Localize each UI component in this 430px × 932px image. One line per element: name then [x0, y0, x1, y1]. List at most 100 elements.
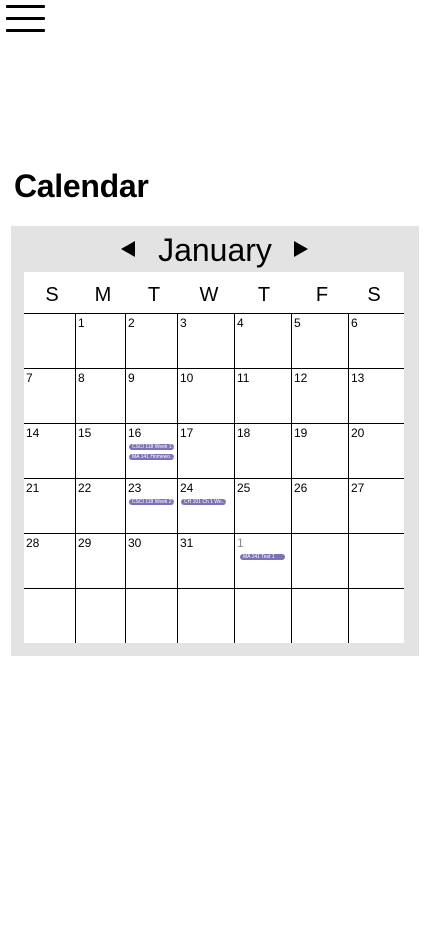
day-number: 16	[128, 426, 142, 440]
day-number: 10	[180, 371, 194, 385]
triangle-right-icon	[294, 241, 308, 257]
day-cell[interactable]	[177, 589, 234, 643]
day-number: 20	[351, 426, 365, 440]
event-pill[interactable]: CSCI 118 Week 1...	[129, 444, 174, 450]
weekday-label: W	[199, 284, 219, 306]
day-cell[interactable]	[291, 589, 348, 643]
day-number: 12	[294, 371, 308, 385]
day-cell[interactable]: 13	[348, 369, 402, 423]
day-number: 1	[237, 536, 244, 550]
day-cell[interactable]: 5	[291, 314, 348, 368]
day-cell[interactable]: 7	[24, 369, 75, 423]
day-cell[interactable]: 31	[177, 534, 234, 588]
event-pill[interactable]: CSCI 118 Week 2...	[129, 499, 174, 505]
day-cell[interactable]: 4	[234, 314, 291, 368]
next-month-button[interactable]	[291, 238, 311, 260]
day-cell[interactable]: 12	[291, 369, 348, 423]
calendar-week-row: 1 2 3 4 5 6	[24, 314, 404, 369]
menu-bar	[6, 5, 45, 8]
calendar-panel: January SMTWTFS 1 2 3 4 5 6 7 8 9 10 11 12 13 14 15 16 C…	[11, 226, 419, 656]
day-cell[interactable]: 8	[75, 369, 125, 423]
weekday-label: S	[367, 284, 381, 306]
day-number: 15	[78, 426, 92, 440]
day-number: 1	[78, 316, 85, 330]
day-number: 23	[128, 481, 142, 495]
day-number: 18	[237, 426, 251, 440]
day-cell[interactable]	[348, 589, 402, 643]
day-cell[interactable]: 19	[291, 424, 348, 478]
day-number: 4	[237, 316, 244, 330]
day-number: 25	[237, 481, 251, 495]
day-number: 13	[351, 371, 365, 385]
day-cell[interactable]: 27	[348, 479, 402, 533]
day-cell[interactable]: 9	[125, 369, 177, 423]
day-cell[interactable]: 23 CSCI 118 Week 2...	[125, 479, 177, 533]
calendar-week-row	[24, 589, 404, 643]
day-number: 14	[26, 426, 40, 440]
weekday-header-row: SMTWTFS	[24, 272, 404, 314]
day-number: 19	[294, 426, 308, 440]
day-cell[interactable]	[291, 534, 348, 588]
day-cell[interactable]	[234, 589, 291, 643]
day-cell[interactable]: 17	[177, 424, 234, 478]
day-number: 9	[128, 371, 135, 385]
day-cell[interactable]: 15	[75, 424, 125, 478]
weekday-label: M	[94, 284, 112, 306]
day-number: 3	[180, 316, 187, 330]
triangle-left-icon	[121, 241, 135, 257]
day-cell[interactable]: 18	[234, 424, 291, 478]
event-pill[interactable]: CH 101 Ch 1 We...	[181, 499, 226, 505]
day-cell[interactable]: 25	[234, 479, 291, 533]
day-cell[interactable]: 16 CSCI 118 Week 1... MA 141 Homewo...	[125, 424, 177, 478]
hamburger-menu-icon[interactable]	[6, 5, 45, 32]
weekday-label: T	[257, 284, 271, 306]
day-cell[interactable]: 10	[177, 369, 234, 423]
day-number: 27	[351, 481, 365, 495]
day-cell[interactable]: 30	[125, 534, 177, 588]
day-number: 5	[294, 316, 301, 330]
menu-bar	[6, 17, 45, 20]
day-cell[interactable]: 1	[75, 314, 125, 368]
day-number: 22	[78, 481, 92, 495]
day-number: 24	[180, 481, 194, 495]
month-label: January	[158, 232, 272, 268]
event-pill[interactable]: MA 141 Homewo...	[129, 454, 174, 460]
calendar-week-row: 21 22 23 CSCI 118 Week 2... 24 CH 101 Ch 1 We…	[24, 479, 404, 534]
day-cell[interactable]: 28	[24, 534, 75, 588]
day-cell[interactable]: 26	[291, 479, 348, 533]
day-cell[interactable]: 29	[75, 534, 125, 588]
day-cell[interactable]: 3	[177, 314, 234, 368]
day-cell[interactable]	[24, 589, 75, 643]
day-cell[interactable]: 22	[75, 479, 125, 533]
day-number: 8	[78, 371, 85, 385]
event-pill[interactable]: MA 141 Test 1	[240, 554, 285, 560]
day-number: 29	[78, 536, 92, 550]
day-cell[interactable]: 24 CH 101 Ch 1 We...	[177, 479, 234, 533]
day-cell[interactable]	[125, 589, 177, 643]
page-title: Calendar	[14, 168, 149, 204]
day-cell[interactable]: 21	[24, 479, 75, 533]
day-cell[interactable]: 1 MA 141 Test 1	[234, 534, 291, 588]
day-cell[interactable]	[24, 314, 75, 368]
day-cell[interactable]	[75, 589, 125, 643]
day-cell[interactable]: 6	[348, 314, 402, 368]
day-number: 17	[180, 426, 194, 440]
calendar-week-row: 7 8 9 10 11 12 13	[24, 369, 404, 424]
weekday-label: S	[45, 284, 59, 306]
day-number: 21	[26, 481, 40, 495]
day-cell[interactable]: 14	[24, 424, 75, 478]
day-cell[interactable]	[348, 534, 402, 588]
previous-month-button[interactable]	[118, 238, 138, 260]
day-number: 11	[237, 371, 250, 385]
day-number: 6	[351, 316, 358, 330]
day-cell[interactable]: 11	[234, 369, 291, 423]
calendar-grid: SMTWTFS 1 2 3 4 5 6 7 8 9 10 11 12 13 14 15 16 CSCI 118 …	[24, 272, 404, 643]
day-cell[interactable]: 20	[348, 424, 402, 478]
day-number: 7	[26, 371, 33, 385]
day-number: 26	[294, 481, 308, 495]
weekday-label: F	[315, 284, 329, 306]
day-cell[interactable]: 2	[125, 314, 177, 368]
weekday-label: T	[147, 284, 161, 306]
day-number: 28	[26, 536, 40, 550]
calendar-week-row: 28 29 30 31 1 MA 141 Test 1	[24, 534, 404, 589]
